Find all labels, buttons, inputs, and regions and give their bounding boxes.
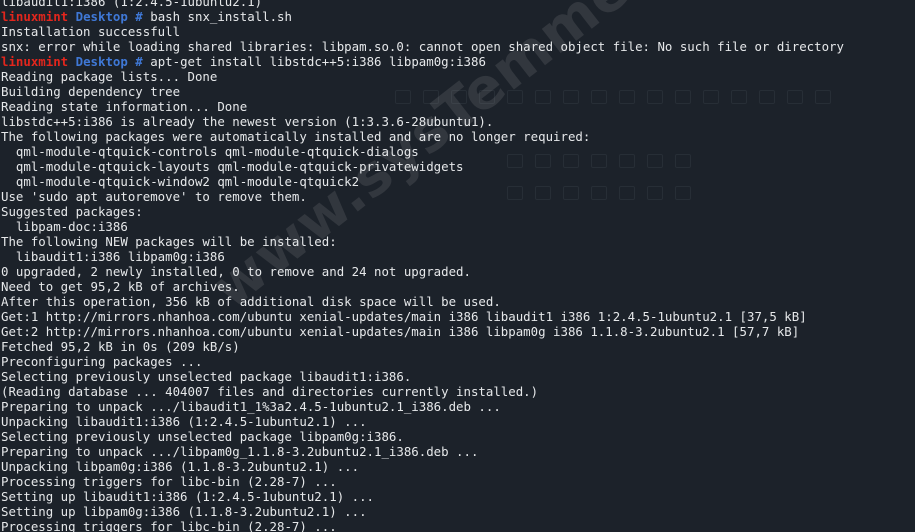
output-line: Use 'sudo apt autoremove' to remove them… — [1, 189, 307, 204]
output-line: libstdc++5:i386 is already the newest ve… — [1, 114, 494, 129]
output-line: Fetched 95,2 kB in 0s (209 kB/s) — [1, 339, 240, 354]
output-line: Reading package lists... Done — [1, 69, 218, 84]
output-line: Unpacking libaudit1:i386 (1:2.4.5-1ubunt… — [1, 414, 367, 429]
output-line: The following packages were automaticall… — [1, 129, 591, 144]
output-line: qml-module-qtquick-layouts qml-module-qt… — [1, 159, 464, 174]
output-line: Reading state information... Done — [1, 99, 248, 114]
output-line: libpam-doc:i386 — [1, 219, 128, 234]
output-line: Get:2 http://mirrors.nhanhoa.com/ubuntu … — [1, 324, 800, 339]
output-line: Suggested packages: — [1, 204, 143, 219]
output-line: libaudit1:i386 (1:2.4.5-1ubuntu2.1) — [1, 0, 263, 9]
output-line: Need to get 95,2 kB of archives. — [1, 279, 240, 294]
output-line: Unpacking libpam0g:i386 (1.1.8-3.2ubuntu… — [1, 459, 360, 474]
prompt-symbol: # — [135, 54, 143, 69]
output-line: Selecting previously unselected package … — [1, 369, 412, 384]
output-line: snx: error while loading shared librarie… — [1, 39, 844, 54]
prompt-symbol: # — [135, 9, 143, 24]
prompt-directory: Desktop — [75, 9, 128, 24]
output-line: Preparing to unpack .../libaudit1_1%3a2.… — [1, 399, 501, 414]
output-line: Setting up libaudit1:i386 (1:2.4.5-1ubun… — [1, 489, 374, 504]
output-line: Building dependency tree — [1, 84, 181, 99]
output-line: Preparing to unpack .../libpam0g_1.1.8-3… — [1, 444, 479, 459]
terminal-window[interactable]: www.sysTemmen.com libaudit1:i386 (1:2.4.… — [0, 0, 915, 532]
prompt-user: linuxmint — [1, 9, 69, 24]
output-line: The following NEW packages will be insta… — [1, 234, 337, 249]
output-line: libaudit1:i386 libpam0g:i386 — [1, 249, 225, 264]
prompt-directory: Desktop — [75, 54, 128, 69]
output-line: Selecting previously unselected package … — [1, 429, 404, 444]
command-line: linuxmint Desktop # apt-get install libs… — [1, 54, 844, 69]
output-line: Installation successfull — [1, 24, 181, 39]
output-line: Processing triggers for libc-bin (2.28-7… — [1, 474, 337, 489]
output-line: Processing triggers for libc-bin (2.28-7… — [1, 519, 337, 532]
output-line: Setting up libpam0g:i386 (1.1.8-3.2ubunt… — [1, 504, 367, 519]
output-line: Preconfiguring packages ... — [1, 354, 203, 369]
command-text: apt-get install libstdc++5:i386 libpam0g… — [150, 54, 486, 69]
output-line: After this operation, 356 kB of addition… — [1, 294, 501, 309]
prompt-user: linuxmint — [1, 54, 69, 69]
output-line: qml-module-qtquick-window2 qml-module-qt… — [1, 174, 360, 189]
output-line: 0 upgraded, 2 newly installed, 0 to remo… — [1, 264, 471, 279]
command-text: bash snx_install.sh — [150, 9, 292, 24]
output-line: Get:1 http://mirrors.nhanhoa.com/ubuntu … — [1, 309, 807, 324]
terminal-output: libaudit1:i386 (1:2.4.5-1ubuntu2.1) linux… — [1, 0, 844, 532]
output-line: (Reading database ... 404007 files and d… — [1, 384, 539, 399]
command-line: linuxmint Desktop # bash snx_install.sh — [1, 9, 844, 24]
output-line: qml-module-qtquick-controls qml-module-q… — [1, 144, 419, 159]
